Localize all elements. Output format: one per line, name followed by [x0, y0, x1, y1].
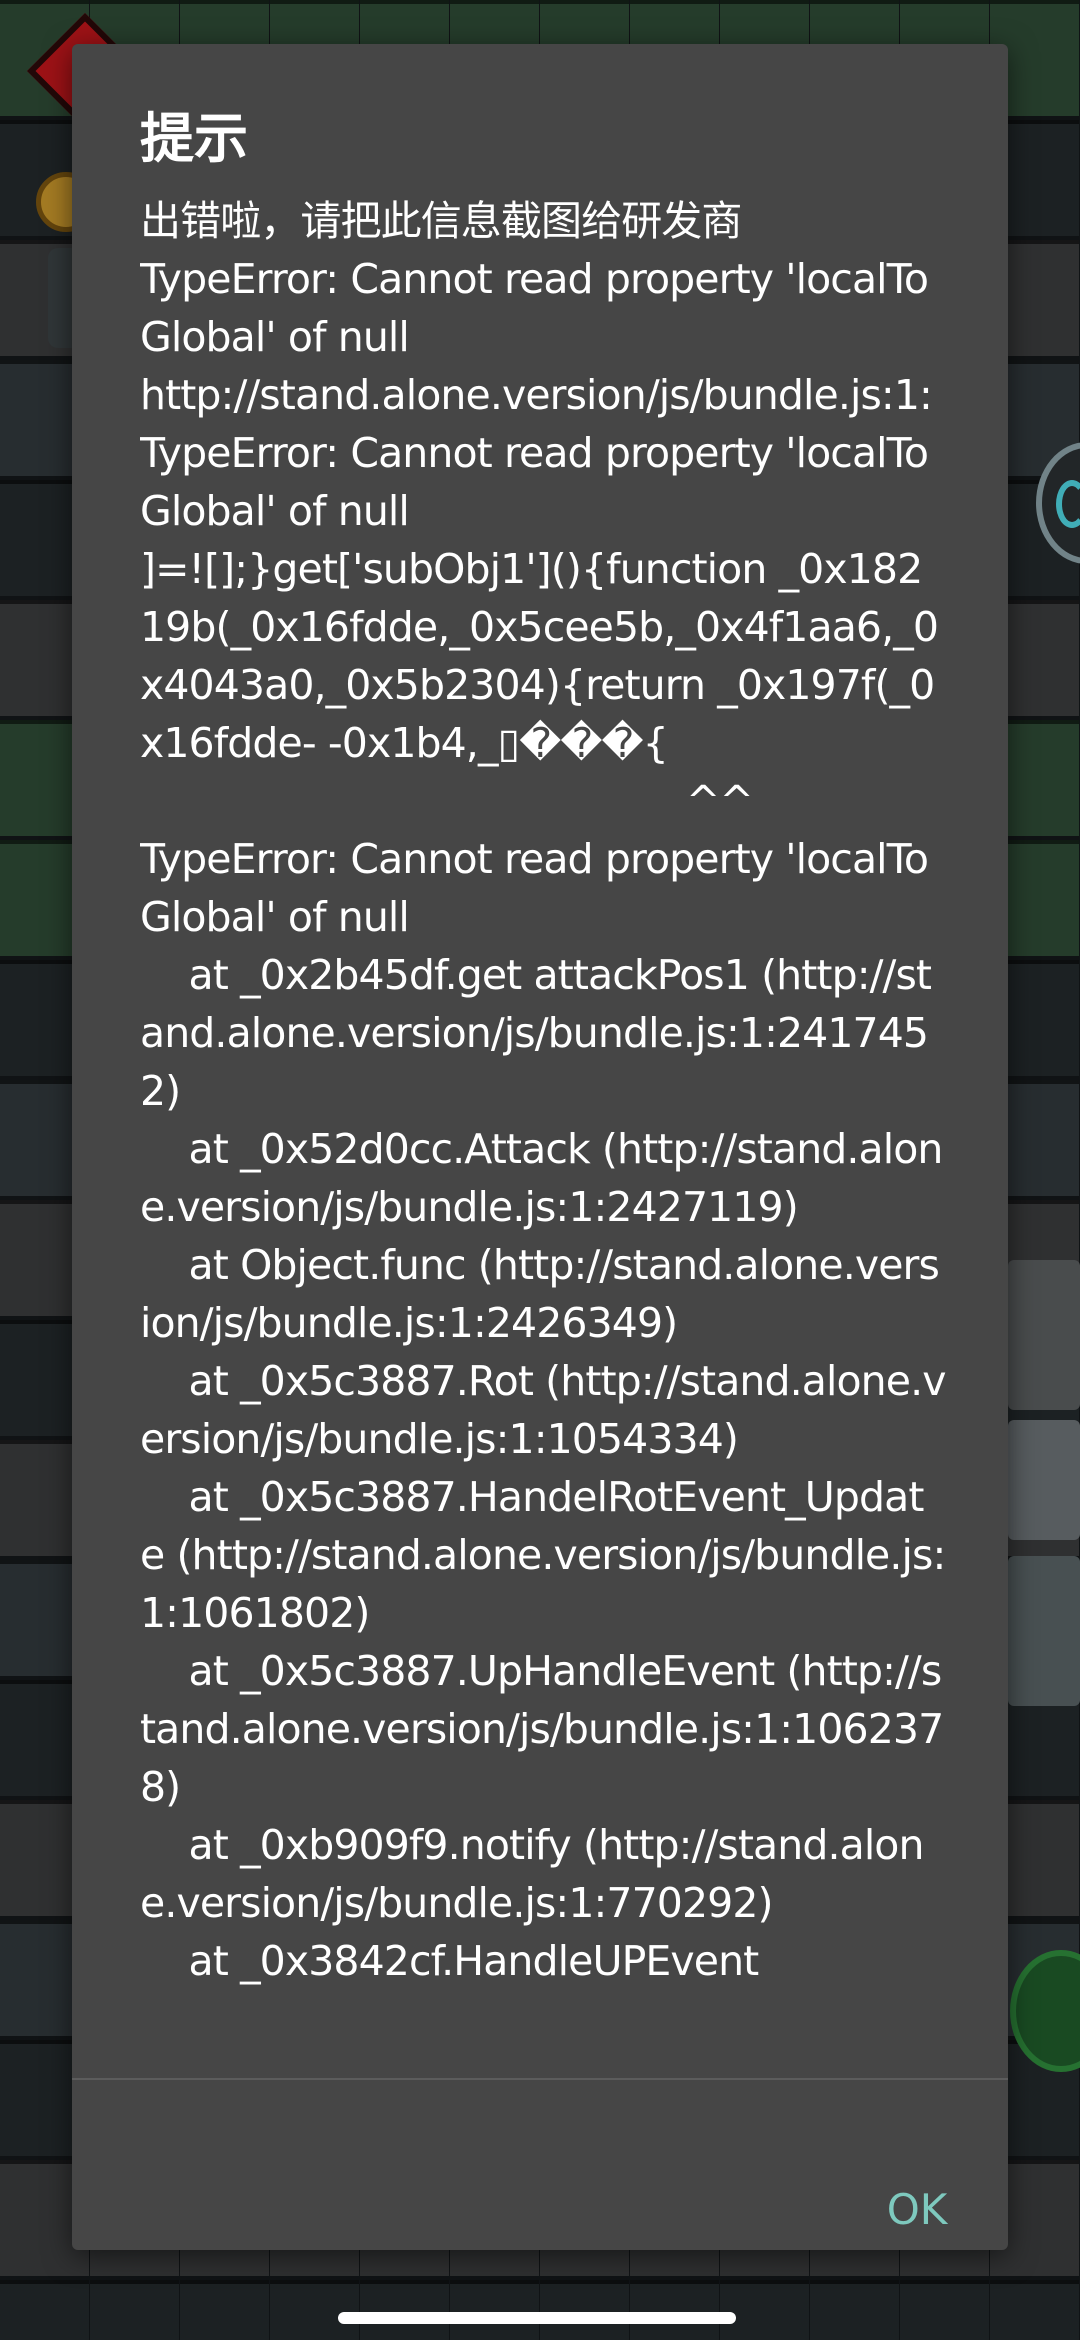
home-indicator[interactable]: [338, 2312, 736, 2324]
dialog-title: 提示: [140, 107, 248, 170]
message-scroll-area[interactable]: 出错啦，请把此信息截图给研发商 TypeError: Cannot read p…: [140, 192, 946, 2078]
ok-button[interactable]: OK: [852, 2162, 982, 2250]
error-message-text: 出错啦，请把此信息截图给研发商 TypeError: Cannot read p…: [140, 197, 946, 1985]
error-dialog: 提示 出错啦，请把此信息截图给研发商 TypeError: Cannot rea…: [72, 44, 1008, 2250]
button-divider: [72, 2078, 1008, 2080]
